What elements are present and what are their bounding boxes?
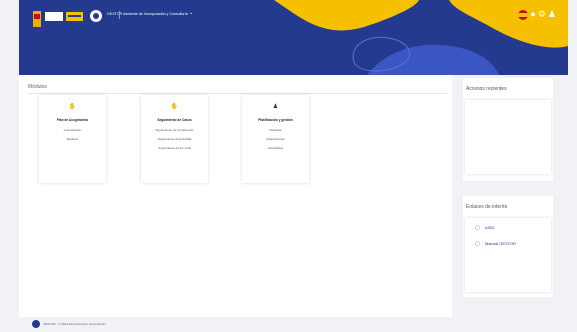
top-bar: GESTOR Asistente de Incorporación y Cons… [19, 0, 568, 75]
footer-text: GESTOR · © 2024 Administración de la Nac… [43, 322, 106, 326]
modules-panel: Módulos ✋ Plan de Acogimiento Coordinaci… [19, 75, 452, 317]
document-icon: ▢ [475, 225, 480, 231]
panel-title: Accesos recientes [466, 86, 507, 92]
ministry-logo [45, 12, 63, 21]
spain-flag-icon[interactable] [518, 9, 529, 20]
tile-link[interactable]: Actividades [242, 146, 309, 150]
tile-title: Seguimiento de Casos [157, 118, 192, 122]
app-logo-icon [90, 10, 102, 22]
tile-link[interactable]: Seguimiento de los CCE [141, 146, 208, 150]
document-icon: ▢ [475, 241, 480, 247]
chevron-down-icon[interactable]: ⌄ [189, 10, 193, 16]
useful-links-list: ▢ AISD ▢ Manual GESTOR [465, 218, 551, 292]
app-title: Asistente de Incorporación y Consultoría [123, 12, 188, 16]
footer-logo-icon [32, 320, 40, 328]
ministry-secondary-logo [66, 12, 83, 21]
tile-planificacion[interactable]: ♟ Planificación y gestión Planificar Adq… [242, 95, 309, 183]
title-divider [119, 11, 120, 19]
link-label[interactable]: Manual GESTOR [485, 241, 516, 246]
bell-icon[interactable]: ● [530, 9, 535, 20]
user-icon[interactable]: ♟ [548, 9, 556, 20]
tile-link[interactable]: Planificar [242, 128, 309, 132]
tile-plan-acogimiento[interactable]: ✋ Plan de Acogimiento Coordinación Model… [39, 95, 106, 183]
tile-link[interactable]: Modelos [39, 137, 106, 141]
gear-icon[interactable]: ⚙ [538, 9, 546, 20]
person-icon: ♟ [272, 104, 279, 110]
tile-link[interactable]: Seguimiento de Actividad [141, 137, 208, 141]
tile-link[interactable]: Adquisiciones [242, 137, 309, 141]
header-actions: ● ⚙ ♟ [518, 9, 556, 20]
link-manual[interactable]: ▢ Manual GESTOR [475, 241, 516, 247]
recent-access-panel: Accesos recientes [463, 78, 553, 181]
tile-seguimiento[interactable]: ✋ Seguimiento de Casos Seguimiento de Co… [141, 95, 208, 183]
hand-icon: ✋ [170, 104, 179, 110]
footer: GESTOR · © 2024 Administración de la Nac… [32, 320, 106, 328]
government-logo [33, 11, 41, 27]
tile-link[interactable]: Coordinación [39, 128, 106, 132]
hand-icon: ✋ [68, 104, 77, 110]
tile-title: Planificación y gestión [258, 118, 293, 122]
panel-title: Enlaces de interés [466, 204, 508, 210]
useful-links-panel: Enlaces de interés ▢ AISD ▢ Manual GESTOR [463, 196, 553, 297]
header-decoration [274, 0, 568, 75]
section-title: Módulos [28, 84, 47, 90]
link-label[interactable]: AISD [485, 225, 494, 230]
section-divider [28, 93, 446, 94]
recent-access-list [465, 100, 551, 174]
tile-link[interactable]: Seguimiento de Condiciones [141, 128, 208, 132]
tile-title: Plan de Acogimiento [56, 118, 89, 122]
link-aisd[interactable]: ▢ AISD [475, 225, 494, 231]
